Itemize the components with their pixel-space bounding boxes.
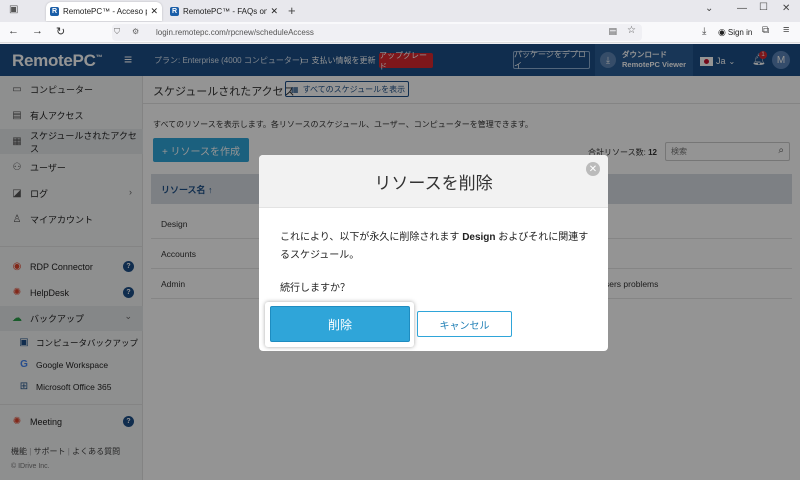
delete-button[interactable]: 削除 <box>270 306 410 342</box>
tab-remotepc-faqs[interactable]: R RemotePC™ - FAQs on RemoteP ✕ <box>166 2 282 21</box>
tab-list-icon[interactable]: ⌄ <box>705 3 713 14</box>
sign-in-button[interactable]: ◉ Sign in <box>718 25 758 40</box>
minimize-icon[interactable]: — <box>737 3 747 14</box>
delete-button-focus-ring: 削除 <box>265 302 414 347</box>
browser-window: ▣ R RemotePC™ - Acceso programa ✕ R Remo… <box>0 0 800 480</box>
bookmark-star-icon[interactable]: ☆ <box>627 25 636 36</box>
address-bar[interactable]: ⛉ ⚙ login.remotepc.com/rpcnew/scheduleAc… <box>112 24 642 41</box>
tab-overview-icon[interactable]: ▣ <box>9 4 18 15</box>
close-tab-icon[interactable]: ✕ <box>150 6 158 17</box>
app-menu-icon[interactable]: ≡ <box>783 24 789 36</box>
downloads-icon[interactable]: ⤓ <box>702 26 706 37</box>
extensions-icon[interactable]: ⧉ <box>762 25 769 36</box>
close-tab-icon[interactable]: ✕ <box>270 6 278 17</box>
url-text: login.remotepc.com/rpcnew/scheduleAccess <box>156 28 314 37</box>
account-icon: ◉ <box>718 27 726 37</box>
dialog-title: リソースを削除 <box>259 155 608 208</box>
forward-icon[interactable]: → <box>32 25 43 37</box>
reader-view-icon[interactable]: ▤ <box>608 26 617 37</box>
dialog-close-icon[interactable]: ✕ <box>586 162 600 176</box>
shield-icon[interactable]: ⛉ <box>114 27 120 37</box>
dialog-confirm-question: 続行しますか？ <box>280 283 350 294</box>
dialog-message: これにより、以下が永久に削除されます Design およびそれに関連するスケジュ… <box>280 232 589 261</box>
window-close-icon[interactable]: ✕ <box>782 3 790 14</box>
cancel-button[interactable]: キャンセル <box>417 311 512 337</box>
maximize-icon[interactable]: ☐ <box>759 2 768 13</box>
remotepc-favicon: R <box>170 7 179 16</box>
navigation-bar: ← → ↻ ⛉ ⚙ login.remotepc.com/rpcnew/sche… <box>0 22 800 43</box>
new-tab-button[interactable]: + <box>288 3 296 18</box>
permissions-icon[interactable]: ⚙ <box>132 27 139 36</box>
tab-bar: ▣ R RemotePC™ - Acceso programa ✕ R Remo… <box>0 0 800 22</box>
tab-remotepc-scheduled[interactable]: R RemotePC™ - Acceso programa ✕ <box>46 2 162 21</box>
remotepc-favicon: R <box>50 7 59 16</box>
back-icon[interactable]: ← <box>8 25 19 37</box>
reload-icon[interactable]: ↻ <box>56 25 65 38</box>
